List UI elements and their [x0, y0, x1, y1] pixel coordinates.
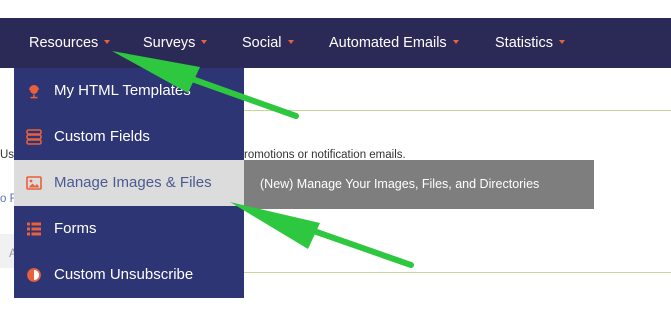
chevron-down-icon: [201, 40, 208, 45]
chevron-down-icon: [559, 40, 566, 45]
menu-item-my-html-templates[interactable]: My HTML Templates: [14, 68, 244, 114]
list-icon: [26, 221, 42, 237]
nav-automated-emails-label: Automated Emails: [329, 35, 447, 51]
contrast-icon: [26, 267, 42, 283]
chevron-down-icon: [287, 40, 294, 45]
chevron-down-icon: [104, 40, 111, 45]
section-divider: [244, 110, 671, 111]
nav-statistics-label: Statistics: [495, 35, 554, 51]
globe-icon: [26, 83, 42, 99]
chevron-down-icon: [452, 40, 459, 45]
page-text-fragment: Us: [0, 149, 15, 161]
top-navigation-bar: Resources Surveys Social Automated Email…: [0, 18, 671, 68]
menu-tooltip: (New) Manage Your Images, Files, and Dir…: [244, 160, 594, 209]
menu-item-label: Manage Images & Files: [54, 174, 212, 191]
menu-item-label: Custom Fields: [54, 128, 150, 145]
nav-surveys-label: Surveys: [143, 35, 196, 51]
menu-item-label: Custom Unsubscribe: [54, 266, 194, 283]
section-divider: [244, 272, 671, 273]
menu-item-label: Forms: [54, 220, 97, 237]
menu-item-forms[interactable]: Forms: [14, 206, 244, 252]
image-icon: [26, 175, 42, 191]
menu-item-custom-unsubscribe[interactable]: Custom Unsubscribe: [14, 252, 244, 298]
menu-item-label: My HTML Templates: [54, 82, 191, 99]
nav-resources-label: Resources: [29, 35, 99, 51]
database-icon: [26, 129, 42, 145]
annotation-arrow-manage-images: [230, 202, 414, 268]
nav-statistics[interactable]: Statistics: [495, 18, 566, 68]
nav-social-label: Social: [242, 35, 282, 51]
resources-dropdown-menu: My HTML Templates Custom Fields Manage I…: [14, 68, 244, 298]
nav-resources[interactable]: Resources: [29, 18, 111, 68]
nav-automated-emails[interactable]: Automated Emails: [329, 18, 459, 68]
menu-item-manage-images-files[interactable]: Manage Images & Files: [14, 160, 244, 206]
menu-item-custom-fields[interactable]: Custom Fields: [14, 114, 244, 160]
nav-social[interactable]: Social: [242, 18, 294, 68]
nav-surveys[interactable]: Surveys: [143, 18, 208, 68]
